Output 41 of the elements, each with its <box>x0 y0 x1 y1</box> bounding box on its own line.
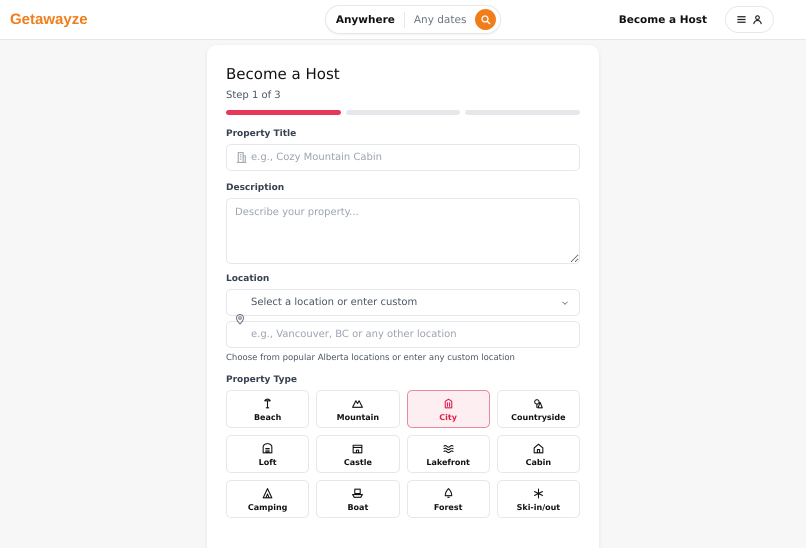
field-label: Property Type <box>226 375 298 385</box>
become-host-link[interactable]: Become a Host <box>618 14 707 26</box>
dates-filter[interactable]: Any dates <box>414 14 466 26</box>
help-text: Choose from popular Alberta locations or enter any custom location <box>226 353 516 363</box>
property-type-option[interactable]: Camping <box>226 480 310 518</box>
property-type-option[interactable]: Cabin <box>496 435 580 473</box>
form-title: Become a Host <box>226 65 341 83</box>
property-type-option[interactable]: Countryside <box>496 390 580 428</box>
user-icon <box>752 14 763 25</box>
property-type-icon <box>532 442 545 454</box>
step-indicator: Step 1 of 3 <box>226 90 282 101</box>
property-type-option[interactable]: Boat <box>316 480 400 518</box>
property-type-icon <box>532 486 545 500</box>
field-label: Description <box>226 183 286 193</box>
property-type-option[interactable]: Lakefront <box>406 435 490 473</box>
property-type-icon <box>442 486 455 500</box>
property-type-icon <box>351 442 364 454</box>
property-type-option[interactable]: City <box>406 390 490 428</box>
property-type-option[interactable]: Forest <box>406 480 490 518</box>
property-type-icon <box>532 396 545 410</box>
menu-icon <box>736 14 747 25</box>
property-type-option[interactable]: Ski-in/out <box>496 480 580 518</box>
property-type-option[interactable]: Mountain <box>316 390 400 428</box>
property-type-option[interactable]: Loft <box>226 435 310 473</box>
property-type-icon <box>261 486 274 500</box>
location-filter[interactable]: Anywhere <box>336 14 395 26</box>
user-menu-button[interactable] <box>725 6 774 33</box>
search-icon <box>480 14 492 26</box>
field-label: Property Title <box>226 129 298 139</box>
description-field[interactable]: Describe your property... <box>226 198 580 264</box>
custom-location-field[interactable]: e.g., Vancouver, BC or any other location <box>226 321 580 348</box>
location-select[interactable]: Select a location or enter custom <box>226 289 580 316</box>
search-button[interactable] <box>475 9 496 30</box>
property-type-icon <box>442 396 455 410</box>
property-type-icon <box>351 486 364 500</box>
property-type-icon <box>261 442 274 454</box>
field-label: Location <box>226 274 270 284</box>
property-title-field[interactable]: e.g., Cozy Mountain Cabin <box>226 144 580 171</box>
property-type-option[interactable]: Castle <box>316 435 400 473</box>
property-type-option[interactable]: Beach <box>226 390 310 428</box>
search-bar[interactable]: Anywhere Any dates <box>324 5 502 34</box>
